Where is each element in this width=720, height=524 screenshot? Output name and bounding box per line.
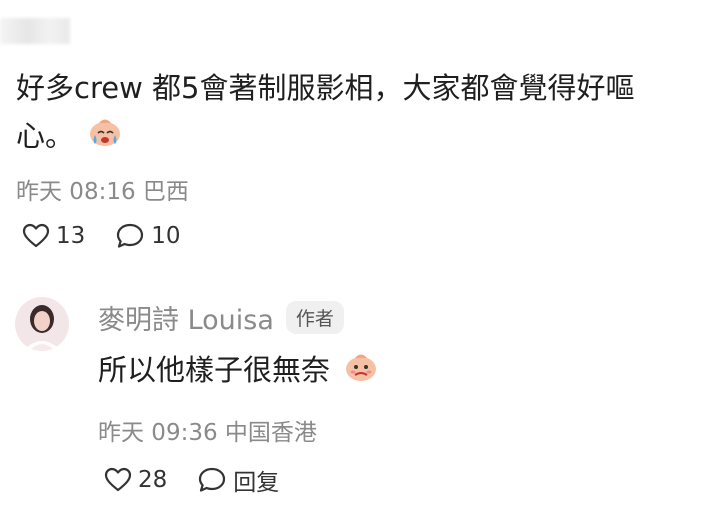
like-button[interactable]: 13	[22, 223, 85, 249]
avatar[interactable]	[15, 297, 69, 351]
awkward-face-emoji	[343, 349, 379, 395]
reply-meta: 昨天 09:36 中国香港	[98, 420, 317, 446]
reply-author[interactable]: 麥明詩 Louisa	[98, 298, 274, 337]
reply-label: 回复	[233, 470, 280, 496]
reply-button[interactable]: 回复	[197, 463, 279, 497]
heart-icon	[22, 223, 50, 248]
comment-actions: 13 10	[22, 222, 211, 250]
reply-count: 10	[151, 223, 181, 249]
reply-actions: 28 回复	[104, 463, 309, 497]
comment-text: 好多crew 都5會著制服影相，大家都會覺得好嘔 心。	[16, 64, 716, 162]
comment-bubble-icon	[199, 467, 226, 492]
reply-header: 麥明詩 Louisa 作者	[98, 298, 344, 337]
like-count: 13	[56, 223, 86, 249]
crying-face-emoji	[87, 114, 123, 162]
comment-meta: 昨天 08:16 巴西	[16, 179, 189, 205]
like-button[interactable]: 28	[104, 467, 167, 493]
author-badge: 作者	[285, 301, 344, 334]
like-count: 28	[138, 467, 168, 493]
blurred-username	[0, 18, 70, 44]
comment-bubble-icon	[117, 223, 144, 248]
reply-count-button[interactable]: 10	[115, 222, 181, 250]
heart-icon	[104, 467, 132, 492]
reply-text: 所以他樣子很無奈	[98, 348, 379, 395]
